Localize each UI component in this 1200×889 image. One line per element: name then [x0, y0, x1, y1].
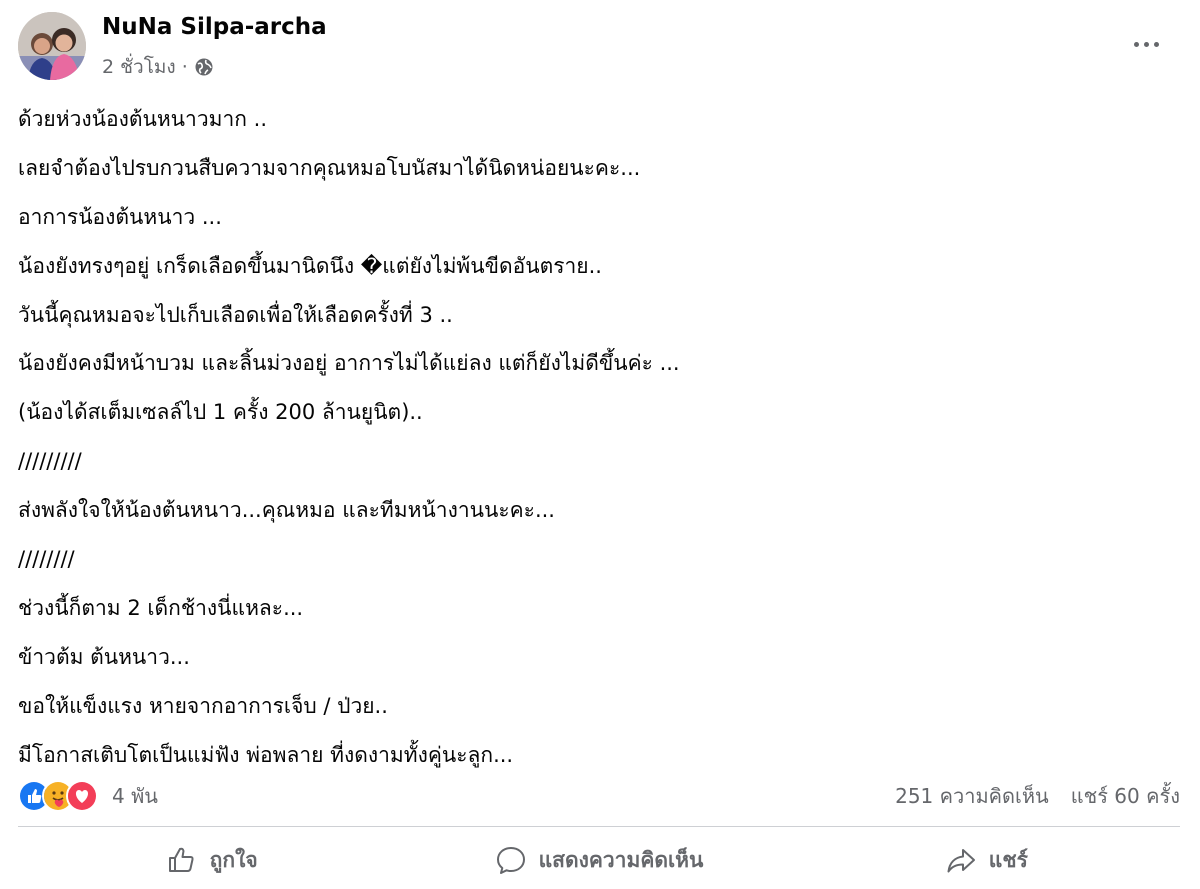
post-line: /////////: [18, 449, 82, 474]
post-line: ช่วงนี้ก็ตาม 2 เด็กช้างนี่แหละ...: [18, 595, 304, 620]
post-timestamp[interactable]: 2 ชั่วโมง: [102, 52, 176, 82]
comment-button[interactable]: แสดงความคิดเห็น: [405, 834, 792, 886]
share-icon: [947, 849, 975, 873]
post-line: น้องยังคงมีหน้าบวม และลิ้นม่วงอยู่ อาการ…: [18, 351, 680, 376]
reaction-summary[interactable]: [18, 780, 98, 812]
post-line: ขอให้แข็งแรง หายจากอาการเจ็บ / ป่วย..: [18, 693, 388, 718]
reaction-count[interactable]: 4 พัน: [112, 780, 158, 812]
more-options-icon: [1133, 41, 1139, 47]
meta-separator: ·: [181, 56, 188, 78]
share-button[interactable]: แชร์: [793, 834, 1180, 886]
comment-label: แสดงความคิดเห็น: [538, 847, 704, 872]
post-line: (น้องได้สเต็มเซลล์ไป 1 ครั้ง 200 ล้านยูน…: [18, 400, 423, 425]
author-name[interactable]: NuNa Silpa-archa: [102, 14, 327, 40]
comment-count[interactable]: 251 ความคิดเห็น: [895, 780, 1049, 812]
post-meta: 2 ชั่วโมง ·: [102, 52, 214, 82]
post-line: ด้วยห่วงน้องต้นหนาวมาก ..: [18, 107, 267, 131]
post-line: น้องยังทรงๆอยู่ เกร็ดเลือดขึ้นมานิดนึง �…: [18, 253, 602, 278]
share-label: แชร์: [988, 847, 1028, 872]
post-stats: 4 พัน 251 ความคิดเห็น แชร์ 60 ครั้ง: [18, 776, 1180, 816]
like-label: ถูกใจ: [209, 847, 258, 872]
post-line: วันนี้คุณหมอจะไปเก็บเลือดเพื่อให้เลือดคร…: [18, 302, 453, 327]
post-line: ////////: [18, 547, 75, 572]
post-text: ด้วยห่วงน้องต้นหนาวมาก .. เลยจำต้องไปรบก…: [18, 95, 1178, 779]
love-icon: [66, 780, 98, 812]
engagement-counts: 251 ความคิดเห็น แชร์ 60 ครั้ง: [895, 780, 1180, 812]
share-count[interactable]: แชร์ 60 ครั้ง: [1071, 780, 1180, 812]
comment-icon: [496, 847, 525, 874]
globe-icon[interactable]: [194, 57, 214, 77]
more-options-button[interactable]: [1124, 26, 1168, 62]
post-line: ส่งพลังใจให้น้องต้นหนาว...คุณหมอ และทีมห…: [18, 498, 555, 523]
divider: [18, 826, 1180, 827]
thumbs-up-icon: [168, 847, 194, 872]
like-button[interactable]: ถูกใจ: [18, 834, 405, 886]
post-actions: ถูกใจ แสดงความคิดเห็น แชร์: [18, 834, 1180, 886]
post-line: อาการน้องต้นหนาว ...: [18, 204, 222, 229]
author-avatar[interactable]: [18, 12, 86, 80]
post-line: มีโอกาสเติบโตเป็นแม่ฟัง พ่อพลาย ที่งดงาม…: [18, 742, 514, 767]
post-line: ข้าวต้ม ต้นหนาว...: [18, 644, 190, 669]
facebook-post: NuNa Silpa-archa 2 ชั่วโมง · ด้วยห่วงน้อ…: [0, 0, 1200, 889]
post-line: เลยจำต้องไปรบกวนสืบความจากคุณหมอโบนัสมาไ…: [18, 155, 641, 180]
